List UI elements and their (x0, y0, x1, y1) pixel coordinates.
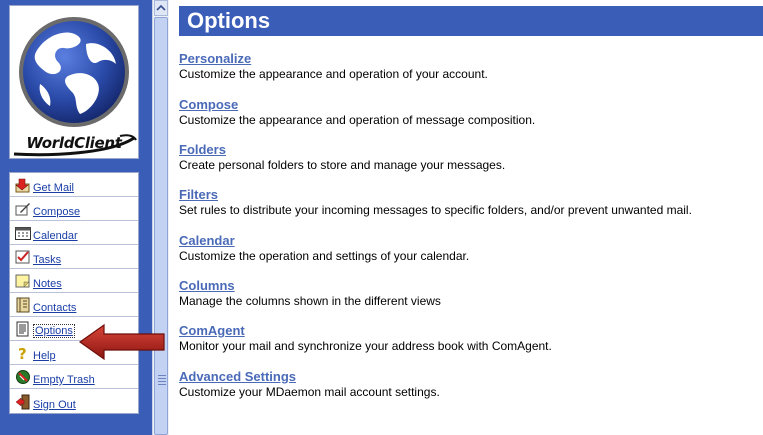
section-comagent: ComAgent Monitor your mail and synchroni… (179, 323, 552, 353)
contacts-icon (15, 297, 31, 313)
section-columns: Columns Manage the columns shown in the … (179, 278, 441, 308)
nav-label-help[interactable]: Help (33, 350, 56, 362)
columns-link[interactable]: Columns (179, 278, 441, 293)
compose-link[interactable]: Compose (179, 97, 535, 112)
nav-label-empty-trash[interactable]: Empty Trash (33, 374, 95, 386)
filters-link[interactable]: Filters (179, 187, 692, 202)
nav-label-tasks[interactable]: Tasks (33, 254, 61, 266)
folders-link[interactable]: Folders (179, 142, 505, 157)
help-icon: ? (15, 345, 31, 363)
logo-text: WorldClient (26, 134, 122, 152)
nav-menu: Get Mail Compose Calendar Tasks Notes Co… (9, 172, 139, 414)
advanced-settings-link[interactable]: Advanced Settings (179, 369, 440, 384)
columns-description: Manage the columns shown in the differen… (179, 294, 441, 308)
personalize-description: Customize the appearance and operation o… (179, 67, 488, 81)
globe-icon (19, 17, 129, 127)
empty-trash-icon (15, 369, 31, 385)
page-title-bar: Options (179, 6, 763, 36)
folders-description: Create personal folders to store and man… (179, 158, 506, 172)
frame-scrollbar[interactable] (152, 0, 169, 435)
page-title: Options (187, 8, 271, 33)
compose-description: Customize the appearance and operation o… (179, 113, 536, 127)
options-icon (15, 321, 31, 337)
get-mail-icon (15, 177, 31, 193)
nav-label-notes[interactable]: Notes (33, 278, 62, 290)
nav-label-get-mail[interactable]: Get Mail (33, 182, 74, 194)
svg-text:?: ? (18, 345, 27, 361)
nav-label-compose[interactable]: Compose (33, 206, 80, 218)
worldclient-logo: WorldClient (9, 5, 139, 159)
calendar-description: Customize the operation and settings of … (179, 249, 470, 263)
nav-item-compose[interactable]: Compose (10, 197, 138, 221)
filters-description: Set rules to distribute your incoming me… (179, 203, 692, 217)
nav-label-options[interactable]: Options (33, 324, 75, 338)
pointer-arrow-icon (78, 323, 165, 361)
chevron-up-icon (156, 4, 166, 11)
nav-item-calendar[interactable]: Calendar (10, 221, 138, 245)
sign-out-icon (15, 394, 31, 410)
nav-label-calendar[interactable]: Calendar (33, 230, 78, 242)
sidebar: WorldClient Get Mail Compose Calendar Ta… (0, 0, 152, 435)
nav-item-sign-out[interactable]: Sign Out (10, 389, 138, 413)
section-calendar: Calendar Customize the operation and set… (179, 233, 469, 263)
section-personalize: Personalize Customize the appearance and… (179, 51, 488, 81)
section-compose: Compose Customize the appearance and ope… (179, 97, 535, 127)
tasks-icon (15, 249, 31, 265)
scroll-thumb[interactable] (154, 17, 168, 435)
nav-label-sign-out[interactable]: Sign Out (33, 399, 76, 411)
scroll-grip (158, 375, 166, 385)
notes-icon (15, 273, 31, 289)
section-advanced-settings: Advanced Settings Customize your MDaemon… (179, 369, 440, 399)
calendar-link[interactable]: Calendar (179, 233, 469, 248)
nav-item-empty-trash[interactable]: Empty Trash (10, 365, 138, 389)
comagent-link[interactable]: ComAgent (179, 323, 552, 338)
comagent-description: Monitor your mail and synchronize your a… (179, 339, 552, 353)
scroll-up-button[interactable] (154, 0, 168, 16)
nav-item-contacts[interactable]: Contacts (10, 293, 138, 317)
nav-label-contacts[interactable]: Contacts (33, 302, 76, 314)
calendar-icon (15, 225, 31, 241)
advanced-settings-description: Customize your MDaemon mail account sett… (179, 385, 440, 399)
personalize-link[interactable]: Personalize (179, 51, 488, 66)
nav-item-tasks[interactable]: Tasks (10, 245, 138, 269)
section-folders: Folders Create personal folders to store… (179, 142, 505, 172)
section-filters: Filters Set rules to distribute your inc… (179, 187, 692, 217)
compose-icon (15, 201, 31, 217)
nav-item-notes[interactable]: Notes (10, 269, 138, 293)
nav-item-get-mail[interactable]: Get Mail (10, 173, 138, 197)
